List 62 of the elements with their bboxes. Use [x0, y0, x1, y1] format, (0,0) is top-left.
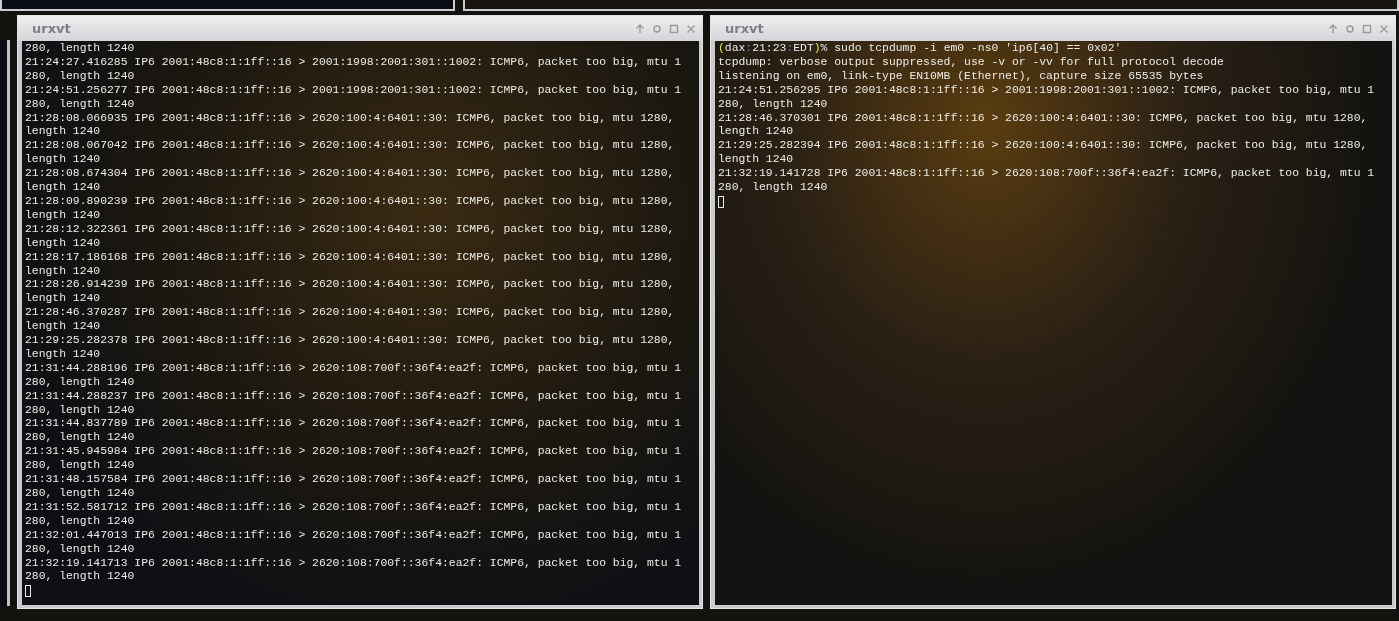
- output-line: 280, length 1240: [25, 514, 136, 529]
- output-line: 280, length 1240: [25, 487, 136, 501]
- output-line: 21:24:27.416285 IP6 2001:48c8:1:1ff::16 > 2001:1998:2001:301::1002: ICMP6, packet too big, mtu 1: [25, 55, 683, 70]
- output-line: 280, length 1240: [25, 570, 136, 585]
- output-line: 21:28:08.067042 IP6 2001:48c8:1:1ff::16 > 2620:100:4:6401::30: ICMP6, packet too big, mtu 1280,: [25, 139, 676, 154]
- output-line: length 1240: [25, 264, 102, 279]
- output-line: 21:24:51.256295 IP6 2001:48c8:1:1ff::16 > 2001:1998:2001:301::1002: ICMP6, packet too big, mtu 1: [718, 83, 1376, 98]
- output-line: length 1240: [25, 320, 102, 335]
- output-line: 21:31:52.581712 IP6 2001:48c8:1:1ff::16 > 2620:108:700f::36f4:ea2f: ICMP6, packet too big, mtu 1: [25, 500, 683, 515]
- output-line: length 1240: [25, 208, 102, 223]
- window-title: urxvt: [725, 21, 764, 36]
- output-line: 280, length 1240: [718, 97, 829, 112]
- output-line: length 1240: [25, 347, 102, 362]
- output-line: length 1240: [25, 181, 102, 195]
- output-line: 21:29:25.282378 IP6 2001:48c8:1:1ff::16 > 2620:100:4:6401::30: ICMP6, packet too big, mtu 1280,: [25, 334, 676, 348]
- output-line: 21:28:46.370301 IP6 2001:48c8:1:1ff::16 > 2620:100:4:6401::30: ICMP6, packet too big, mtu 1280,: [718, 111, 1369, 126]
- output-line: 21:28:46.370287 IP6 2001:48c8:1:1ff::16 > 2620:100:4:6401::30: ICMP6, packet too big, mtu 1280,: [25, 306, 676, 321]
- output-line: 21:31:44.288237 IP6 2001:48c8:1:1ff::16 > 2620:108:700f::36f4:ea2f: ICMP6, packet too big, mtu 1: [25, 389, 683, 404]
- close-icon[interactable]: [1379, 23, 1389, 34]
- output-line: listening on em0, link-type EN10MB (Ethernet), capture size 65535 bytes: [718, 69, 1205, 84]
- text-cursor: [25, 585, 31, 598]
- close-icon[interactable]: [686, 23, 696, 34]
- output-line: 280, length 1240: [25, 69, 136, 84]
- output-line: length 1240: [718, 125, 795, 140]
- output-line: 280, length 1240: [25, 97, 136, 112]
- output-line: 21:28:08.066935 IP6 2001:48c8:1:1ff::16 > 2620:100:4:6401::30: ICMP6, packet too big, mtu 1280,: [25, 111, 676, 126]
- output-line: length 1240: [25, 125, 102, 140]
- output-line: 21:32:01.447013 IP6 2001:48c8:1:1ff::16 > 2620:108:700f::36f4:ea2f: ICMP6, packet too big, mtu 1: [25, 528, 683, 543]
- output-line: 280, length 1240: [25, 375, 136, 390]
- arrow-up-icon[interactable]: [1328, 23, 1338, 34]
- circle-icon[interactable]: [1345, 23, 1355, 34]
- output-line: 21:32:19.141713 IP6 2001:48c8:1:1ff::16 > 2620:108:700f::36f4:ea2f: ICMP6, packet too big, mtu 1: [25, 556, 683, 571]
- output-line: length 1240: [718, 153, 795, 168]
- window-title: urxvt: [32, 21, 71, 36]
- arrow-up-icon[interactable]: [635, 23, 645, 34]
- maximize-icon[interactable]: [669, 23, 679, 34]
- output-line: 280, length 1240: [718, 181, 829, 195]
- circle-icon[interactable]: [652, 23, 662, 34]
- maximize-icon[interactable]: [1362, 23, 1372, 34]
- output-line: length 1240: [25, 236, 102, 251]
- output-line: 21:31:44.288196 IP6 2001:48c8:1:1ff::16 > 2620:108:700f::36f4:ea2f: ICMP6, packet too big, mtu 1: [25, 361, 683, 376]
- output-line: 280, length 1240: [25, 403, 136, 418]
- output-line: length 1240: [25, 292, 102, 307]
- output-line: 21:24:51.256277 IP6 2001:48c8:1:1ff::16 > 2001:1998:2001:301::1002: ICMP6, packet too big, mtu 1: [25, 83, 683, 98]
- output-line: 280, length 1240: [25, 459, 136, 474]
- output-line: 21:32:19.141728 IP6 2001:48c8:1:1ff::16 > 2620:108:700f::36f4:ea2f: ICMP6, packet too big, mtu 1: [718, 167, 1376, 182]
- output-line: 280, length 1240: [25, 431, 136, 446]
- output-line: 21:31:44.837789 IP6 2001:48c8:1:1ff::16 > 2620:108:700f::36f4:ea2f: ICMP6, packet too big, mtu 1: [25, 417, 683, 432]
- output-line: 21:29:25.282394 IP6 2001:48c8:1:1ff::16 > 2620:100:4:6401::30: ICMP6, packet too big, mtu 1280,: [718, 139, 1369, 154]
- output-line: tcpdump: verbose output suppressed, use -v or -vv for full protocol decode: [718, 55, 1225, 70]
- output-line: 21:31:45.945984 IP6 2001:48c8:1:1ff::16 > 2620:108:700f::36f4:ea2f: ICMP6, packet too big, mtu 1: [25, 445, 683, 460]
- output-line: 21:28:09.890239 IP6 2001:48c8:1:1ff::16 > 2620:100:4:6401::30: ICMP6, packet too big, mtu 1280,: [25, 194, 676, 209]
- output-line: 21:28:17.186168 IP6 2001:48c8:1:1ff::16 > 2620:100:4:6401::30: ICMP6, packet too big, mtu 1280,: [25, 250, 676, 265]
- output-line: 21:28:12.322361 IP6 2001:48c8:1:1ff::16 > 2620:100:4:6401::30: ICMP6, packet too big, mtu 1280,: [25, 222, 676, 237]
- output-line: 280, length 1240: [25, 542, 136, 557]
- output-line: 280, length 1240: [25, 42, 136, 56]
- output-line: 21:28:08.674304 IP6 2001:48c8:1:1ff::16 > 2620:100:4:6401::30: ICMP6, packet too big, mtu 1280,: [25, 167, 676, 182]
- output-line: length 1240: [25, 153, 102, 168]
- prompt-line: (dax:21:23:EDT)% sudo tcpdump -i em0 -ns0 'ip6[40] == 0x02': [718, 42, 1123, 56]
- text-cursor: [718, 195, 724, 208]
- output-line: 21:28:26.914239 IP6 2001:48c8:1:1ff::16 > 2620:100:4:6401::30: ICMP6, packet too big, mtu 1280,: [25, 278, 676, 293]
- output-line: 21:31:48.157584 IP6 2001:48c8:1:1ff::16 > 2620:108:700f::36f4:ea2f: ICMP6, packet too big, mtu 1: [25, 473, 683, 487]
